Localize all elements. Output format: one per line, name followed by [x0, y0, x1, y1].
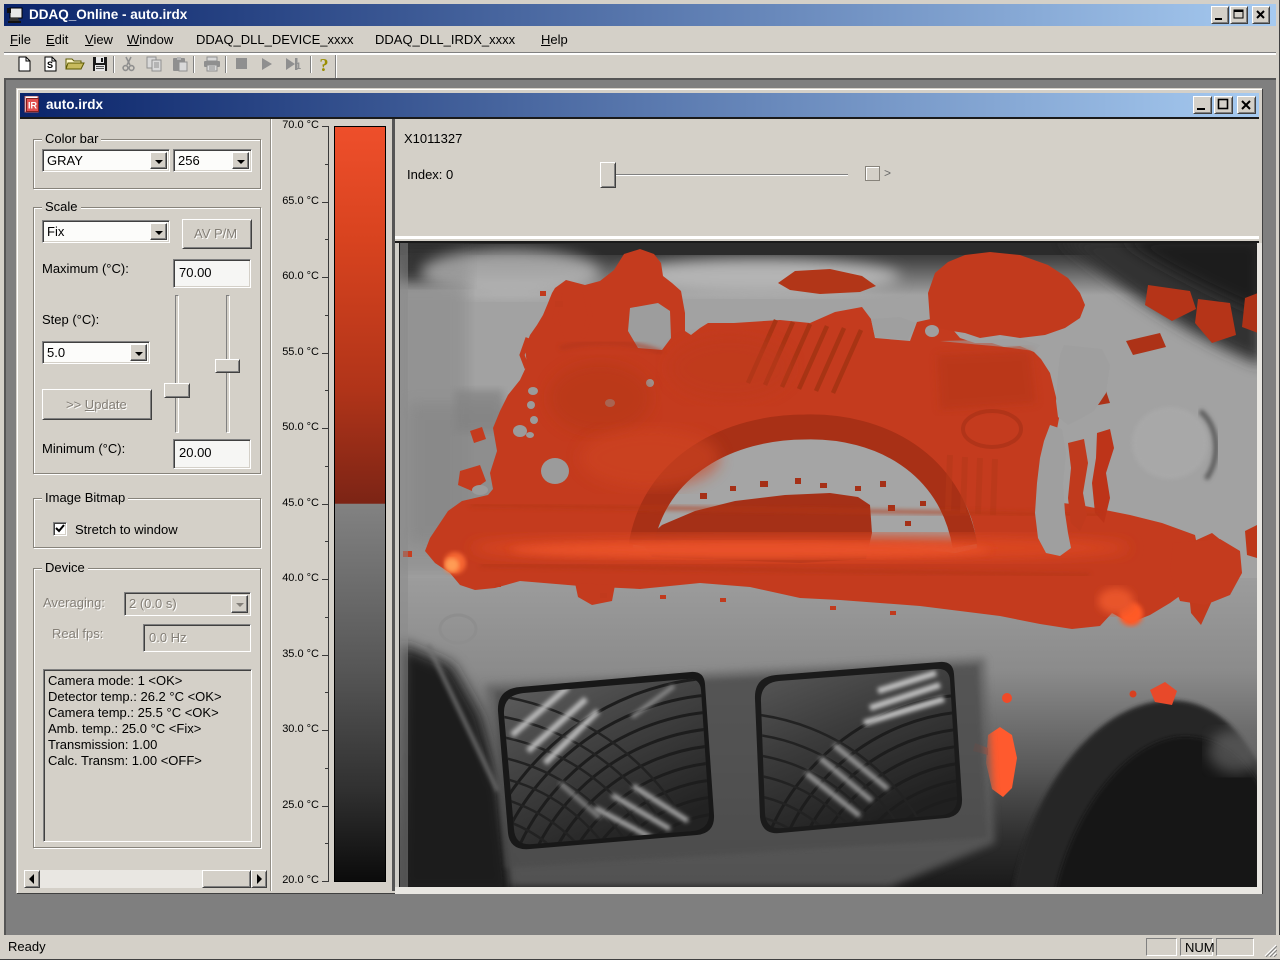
- svg-text:1: 1: [296, 61, 301, 71]
- svg-text:IR: IR: [28, 101, 38, 111]
- svg-text:?: ?: [320, 56, 329, 72]
- svg-text:S: S: [47, 60, 53, 70]
